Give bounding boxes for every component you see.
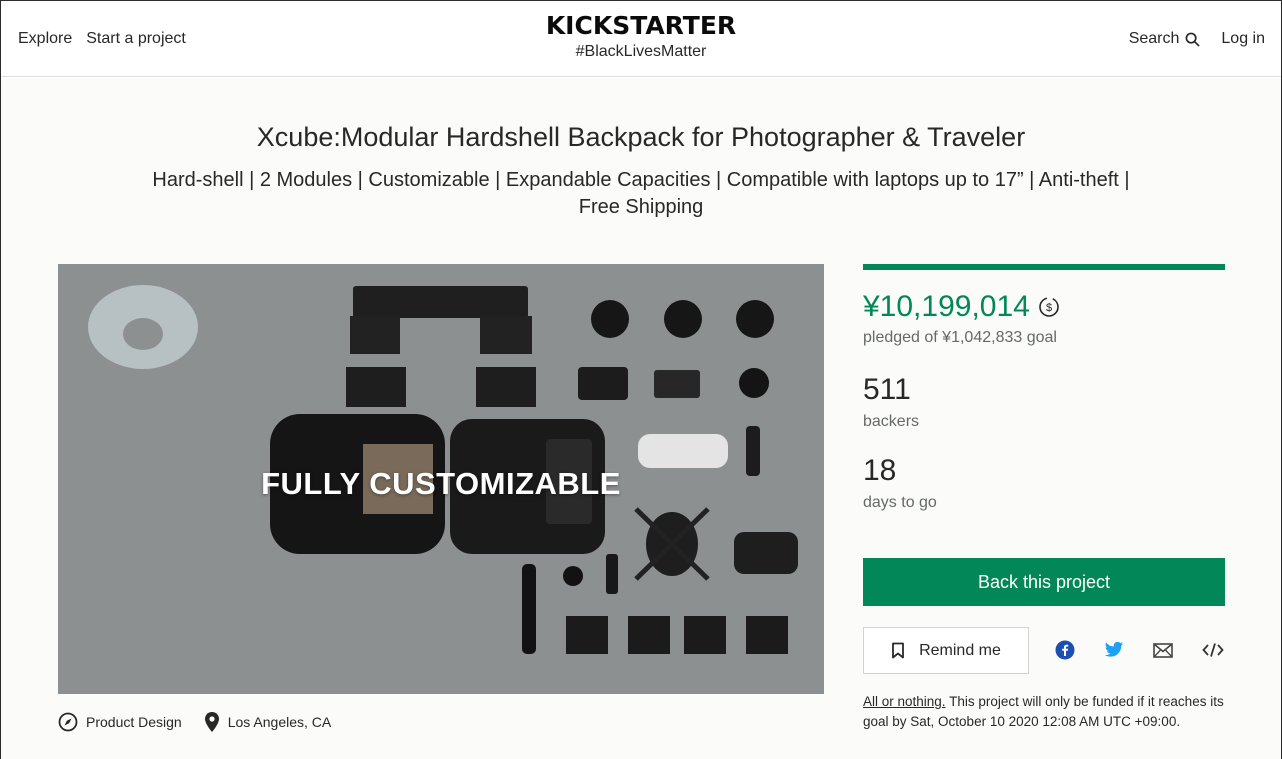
pledged-row: ¥10,199,014 $: [863, 290, 1225, 324]
backers-count: 511: [863, 373, 911, 406]
project-page: Xcube:Modular Hardshell Backpack for Pho…: [1, 78, 1281, 759]
twitter-icon[interactable]: [1104, 641, 1124, 659]
funding-progress-fill: [863, 264, 1225, 270]
project-blurb: Hard-shell | 2 Modules | Customizable | …: [152, 169, 1130, 218]
location-pin-icon: [204, 712, 219, 732]
currency-convert-icon[interactable]: $: [1038, 296, 1060, 318]
days-label: days to go: [863, 494, 937, 511]
hero-overlay-text: FULLY CUSTOMIZABLE: [261, 466, 621, 501]
back-project-button[interactable]: Back this project: [863, 558, 1225, 606]
location-label: Los Angeles, CA: [227, 714, 332, 730]
compass-icon: [58, 712, 78, 732]
top-navigation: Explore Start a project KICKSTARTER #Bla…: [1, 1, 1281, 77]
location-tag[interactable]: Los Angeles, CA: [204, 711, 332, 733]
embed-icon[interactable]: [1202, 642, 1224, 658]
days-block: 18 days to go: [863, 454, 1225, 512]
all-or-nothing-link[interactable]: All or nothing.: [863, 694, 946, 709]
tagline[interactable]: #BlackLivesMatter: [1, 43, 1281, 61]
category-label: Product Design: [86, 714, 182, 730]
remind-me-button[interactable]: Remind me: [863, 627, 1029, 674]
campaign-stats: ¥10,199,014 $ pledged of ¥1,042,833 goal…: [863, 264, 1225, 729]
project-title: Xcube:Modular Hardshell Backpack for Pho…: [256, 122, 1026, 152]
facebook-icon[interactable]: [1055, 640, 1075, 660]
goal-text: pledged of ¥1,042,833 goal: [863, 329, 1057, 346]
category-tag[interactable]: Product Design: [58, 712, 182, 732]
nav-right: Search Log in: [1129, 30, 1265, 48]
remind-me-label: Remind me: [919, 641, 1001, 659]
backers-label: backers: [863, 413, 920, 430]
email-icon[interactable]: [1153, 642, 1173, 658]
project-header: Xcube:Modular Hardshell Backpack for Pho…: [1, 122, 1281, 221]
kickstarter-logo[interactable]: KICKSTARTER: [1, 11, 1281, 41]
project-meta: Product Design Los Angeles, CA: [58, 711, 353, 733]
share-icons: [1055, 640, 1224, 660]
search-button[interactable]: Search: [1129, 30, 1201, 48]
days-count: 18: [863, 454, 897, 487]
all-or-nothing-notice: All or nothing. This project will only b…: [863, 692, 1233, 732]
login-link[interactable]: Log in: [1221, 30, 1265, 48]
pledged-amount: ¥10,199,014: [863, 290, 1030, 323]
search-label: Search: [1128, 30, 1180, 47]
brand: KICKSTARTER #BlackLivesMatter: [1, 11, 1281, 61]
backers-block: 511 backers: [863, 373, 1225, 431]
funding-progress-bar: [863, 264, 1225, 270]
svg-text:$: $: [1046, 302, 1052, 314]
project-video[interactable]: FULLY CUSTOMIZABLE: [58, 264, 824, 694]
bookmark-icon: [892, 642, 904, 659]
search-icon: [1185, 32, 1201, 47]
